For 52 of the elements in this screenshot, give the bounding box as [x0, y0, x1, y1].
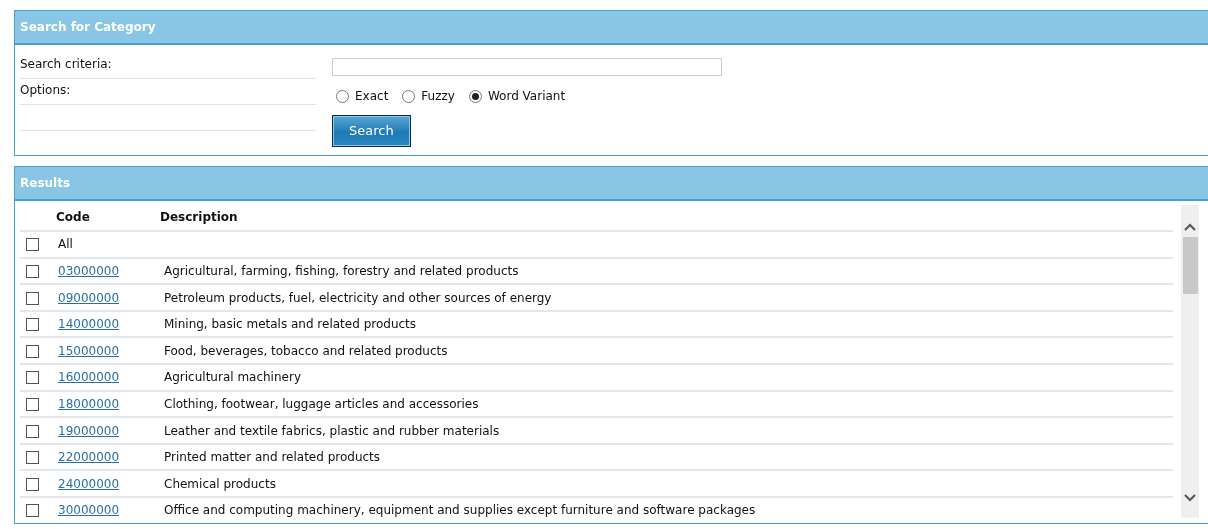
- code-link[interactable]: 24000000: [58, 476, 120, 491]
- search-button[interactable]: Search: [332, 115, 411, 147]
- option-label: Word Variant: [487, 88, 566, 105]
- code-link[interactable]: 18000000: [58, 396, 120, 411]
- checkbox[interactable]: [26, 424, 39, 438]
- field-label: Options:: [20, 79, 316, 105]
- radio-button[interactable]: [468, 89, 482, 103]
- code-link[interactable]: 03000000: [58, 264, 120, 278]
- column-header: Description: [160, 210, 238, 225]
- panel-header: Results: [15, 166, 1208, 201]
- radio-option[interactable]: Fuzzy: [402, 87, 455, 105]
- code-link[interactable]: 19000000: [58, 423, 120, 438]
- checkbox[interactable]: [26, 344, 39, 358]
- option-label: Fuzzy: [421, 88, 455, 105]
- code-link[interactable]: 16000000: [58, 370, 120, 385]
- description-text: Printed matter and related products: [164, 450, 381, 465]
- radio-button[interactable]: [402, 89, 416, 103]
- description-text: Agricultural machinery: [164, 370, 301, 385]
- checkbox[interactable]: [26, 318, 39, 332]
- checkbox[interactable]: [26, 371, 39, 385]
- checkbox[interactable]: [26, 291, 39, 305]
- panel-header: Search for Category: [15, 11, 1208, 45]
- column-header: Code: [56, 210, 90, 225]
- code-link[interactable]: 14000000: [58, 317, 120, 332]
- description-text: Office and computing machinery, equipment and supplies except furniture and software packages: [164, 503, 756, 518]
- description-text: Mining, basic metals and related products: [164, 317, 417, 332]
- checkbox[interactable]: [26, 451, 39, 465]
- radio-option[interactable]: Word Variant: [468, 87, 566, 105]
- radio-button[interactable]: [336, 89, 349, 103]
- description-text: Chemical products: [164, 476, 276, 491]
- code-link[interactable]: 30000000: [58, 503, 120, 518]
- checkbox[interactable]: [26, 477, 39, 491]
- input-field[interactable]: [332, 58, 722, 76]
- code-link[interactable]: 09000000: [58, 290, 120, 305]
- description-text: Agricultural, farming, fishing, forestry and related products: [164, 264, 519, 278]
- code-link[interactable]: 15000000: [58, 343, 120, 358]
- description-text: Leather and textile fabrics, plastic and rubber materials: [164, 423, 500, 438]
- description-text: Food, beverages, tobacco and related products: [164, 343, 448, 358]
- all-label: All: [58, 237, 73, 252]
- checkbox[interactable]: [26, 265, 39, 278]
- option-label: Exact: [355, 88, 389, 105]
- checkbox[interactable]: [26, 504, 39, 518]
- scroll-down-icon[interactable]: [1184, 493, 1196, 502]
- code-link[interactable]: 22000000: [58, 450, 120, 465]
- field-label: Search criteria:: [20, 53, 316, 79]
- checkbox[interactable]: [26, 238, 39, 252]
- scroll-up-icon[interactable]: [1184, 222, 1196, 231]
- description-text: Petroleum products, fuel, electricity and other sources of energy: [164, 290, 552, 305]
- radio-option[interactable]: Exact: [336, 87, 389, 105]
- description-text: Clothing, footwear, luggage articles and accessories: [164, 396, 479, 411]
- scrollbar-thumb[interactable]: [1182, 236, 1198, 294]
- checkbox[interactable]: [26, 397, 39, 411]
